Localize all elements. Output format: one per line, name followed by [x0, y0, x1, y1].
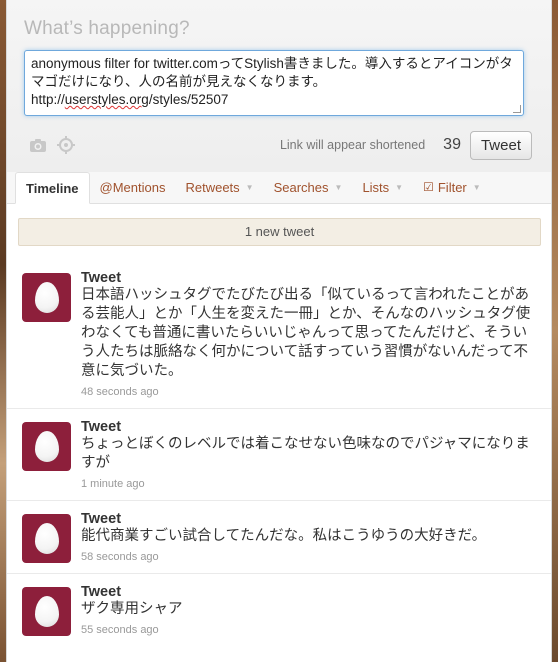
tweet-button[interactable]: Tweet	[469, 130, 532, 160]
tweet-text: ちょっとぼくのレベルでは着こなせない色味なのでパジャマになりますが	[81, 436, 530, 471]
camera-icon[interactable]	[29, 136, 47, 154]
tweet-text: 能代商業すごい試合してたんだな。私はこうゆうの大好きだ。	[81, 528, 487, 544]
tab-label: Searches	[273, 179, 329, 195]
new-tweets-bar[interactable]: 1 new tweet	[18, 218, 541, 246]
composer-right: Link will appear shortened 39 Tweet	[279, 130, 532, 160]
tab-label: Retweets	[185, 179, 240, 195]
composer-icons	[29, 136, 75, 154]
chevron-down-icon: ▼	[245, 182, 254, 192]
timeline-tabs: Timeline @Mentions Retweets ▼ Searches ▼…	[7, 172, 551, 204]
tweet-item[interactable]: Tweet 日本語ハッシュタグでたびたび出る「似ているって言われたことがある芸能…	[7, 260, 551, 408]
egg-icon	[34, 523, 59, 554]
tweet-timestamp[interactable]: 1 minute ago	[81, 478, 537, 490]
egg-icon	[34, 282, 59, 313]
composer-actions: Link will appear shortened 39 Tweet	[23, 130, 535, 160]
tweet-body: Tweet 能代商業すごい試合してたんだな。私はこうゆうの大好きだ。 58 se…	[81, 511, 537, 563]
character-count: 39	[443, 136, 461, 153]
tweet-textarea[interactable]: anonymous filter for twitter.comってStylis…	[24, 50, 524, 116]
tab-lists[interactable]: Lists ▼	[352, 171, 413, 203]
tab-mentions[interactable]: @Mentions	[90, 171, 176, 203]
checkbox-icon: ☑	[423, 180, 434, 194]
tweet-timestamp[interactable]: 48 seconds ago	[81, 386, 537, 398]
tweet-timestamp[interactable]: 55 seconds ago	[81, 624, 537, 636]
tweet-text: 日本語ハッシュタグでたびたび出る「似ているって言われたことがある芸能人」とか「人…	[81, 287, 531, 379]
tab-label: Timeline	[26, 180, 79, 196]
tweet-author[interactable]: Tweet	[81, 584, 537, 600]
avatar[interactable]	[22, 273, 71, 322]
tweet-author[interactable]: Tweet	[81, 270, 537, 286]
tweet-author[interactable]: Tweet	[81, 419, 537, 435]
tweet-list: Tweet 日本語ハッシュタグでたびたび出る「似ているって言われたことがある芸能…	[7, 260, 551, 646]
tweet-item[interactable]: Tweet 能代商業すごい試合してたんだな。私はこうゆうの大好きだ。 58 se…	[7, 500, 551, 573]
avatar[interactable]	[22, 422, 71, 471]
tab-searches[interactable]: Searches ▼	[264, 171, 353, 203]
chevron-down-icon: ▼	[395, 182, 404, 192]
tab-label: Lists	[362, 179, 390, 195]
egg-icon	[34, 596, 59, 627]
tweet-text-after-link: /styles/52507	[148, 92, 229, 107]
chevron-down-icon: ▼	[334, 182, 343, 192]
tweet-text-link: userstyles.org	[64, 92, 149, 107]
avatar[interactable]	[22, 514, 71, 563]
egg-icon	[34, 431, 59, 462]
tab-retweets[interactable]: Retweets ▼	[175, 171, 263, 203]
tab-filter[interactable]: ☑ Filter ▼	[413, 171, 491, 203]
tweet-author[interactable]: Tweet	[81, 511, 537, 527]
tweet-composer: What’s happening? anonymous filter for t…	[7, 0, 551, 172]
avatar[interactable]	[22, 587, 71, 636]
textarea-resize-handle[interactable]	[513, 105, 521, 113]
tweet-item[interactable]: Tweet ちょっとぼくのレベルでは着こなせない色味なのでパジャマになりますが …	[7, 408, 551, 500]
link-shortened-note: Link will appear shortened	[279, 138, 426, 152]
tweet-body: Tweet ちょっとぼくのレベルでは着こなせない色味なのでパジャマになりますが …	[81, 419, 537, 490]
tweet-body: Tweet ザク専用シャア 55 seconds ago	[81, 584, 537, 636]
tweet-body: Tweet 日本語ハッシュタグでたびたび出る「似ているって言われたことがある芸能…	[81, 270, 537, 398]
chevron-down-icon: ▼	[472, 182, 481, 192]
main-panel: What’s happening? anonymous filter for t…	[6, 0, 552, 662]
tab-label: @Mentions	[99, 179, 166, 195]
tab-label: Filter	[437, 179, 467, 195]
tweet-text: ザク専用シャア	[81, 601, 183, 617]
composer-title: What’s happening?	[24, 18, 190, 39]
tweet-timestamp[interactable]: 58 seconds ago	[81, 551, 537, 563]
tab-timeline[interactable]: Timeline	[15, 172, 90, 204]
location-target-icon[interactable]	[57, 136, 75, 154]
tweet-item[interactable]: Tweet ザク専用シャア 55 seconds ago	[7, 573, 551, 646]
